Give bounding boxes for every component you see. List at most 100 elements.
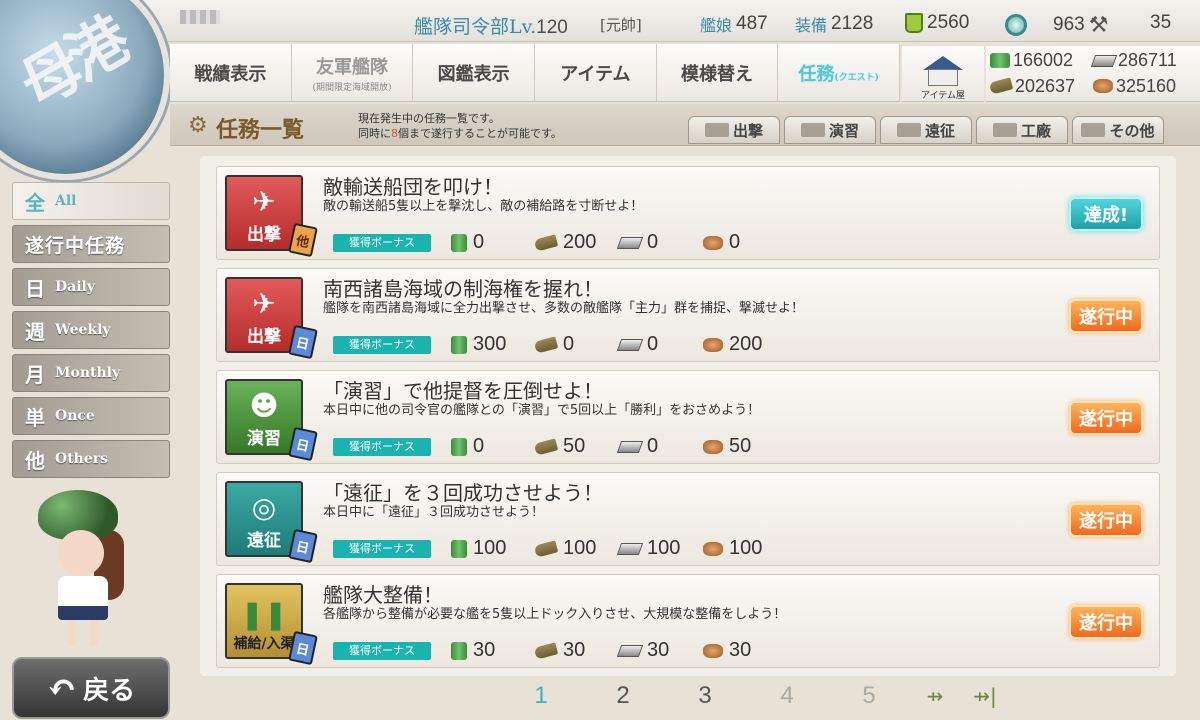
steel-icon [616,542,644,555]
quest-status-in-progress[interactable]: 遂行中 [1069,503,1143,537]
steel-icon [616,440,644,453]
page-2[interactable]: 2 [582,682,664,710]
quest-row[interactable]: ◎ 遠征 日 「遠征」を３回成功させよう！ 本日中に「遠征」３回成功させよう！ 獲… [216,472,1160,566]
reward-bauxite: 30 [703,639,787,662]
ammo-icon [533,233,559,252]
supply-cans-icon: ❚❚ [240,598,288,631]
filter-all[interactable]: 全 All [12,182,170,220]
screw-count: 35 [1150,12,1172,33]
hq-level: 艦隊司令部Lv.120 [414,16,568,38]
nav-items[interactable]: アイテム [535,44,657,101]
dev-material-icon [1005,14,1027,36]
filter-daily[interactable]: 日 Daily [12,268,170,306]
ammo-icon [533,335,559,354]
ship-count: 艦娘 487 [700,13,768,35]
nav-encyclopedia[interactable]: 図鑑表示 [413,44,536,101]
reward-steel: 0 [616,231,703,254]
steel-icon [1090,54,1118,67]
page-4[interactable]: 4 [746,682,828,710]
bauxite-icon [703,643,723,658]
page-description: 現在発生中の任務一覧です。 同時に8個まで遂行することが可能です。 [358,112,562,140]
fuel-amount: 166002 [990,48,1093,74]
quest-status-in-progress[interactable]: 遂行中 [1069,299,1143,333]
back-button[interactable]: ↶ 戻る [12,657,170,719]
sortie-port-logo[interactable]: 母港 [0,0,170,180]
quest-description: 艦隊を南西諸島海域に全力出撃させ、多数の敵艦隊「主力」群を捕捉、撃滅せよ！ [323,301,805,316]
reward-ammo: 100 [533,537,619,560]
resource-panel: 166002 286711 202637 325160 [986,46,1200,102]
reward-fuel: 300 [451,333,535,356]
quest-status-in-progress[interactable]: 遂行中 [1069,605,1143,639]
quest-type-tag: 日 [288,630,318,666]
ammo-icon [533,539,559,558]
ammo-icon [988,77,1014,95]
filter-others[interactable]: 他 Others [12,440,170,478]
quest-description: 敵の輸送船5隻以上を撃沈し、敵の補給路を寸断せよ！ [323,199,644,214]
ammo-amount: 202637 [988,74,1093,100]
quest-description: 本日中に他の司令官の艦隊との「演習」で5回以上「勝利」をおさめよう！ [323,403,761,418]
hammer-icon: ⚒ [1088,12,1109,37]
bonus-label: 獲得ボーナス [333,539,431,558]
reward-steel: 0 [616,435,703,458]
bauxite-icon [703,235,723,250]
next-page-icon[interactable]: ⇸ [910,684,960,708]
quest-header: ⚙ 任務一覧 現在発生中の任務一覧です。 同時に8個まで遂行することが可能です。… [170,104,1200,146]
status-bar: 艦隊司令部Lv.120 [元帥] 艦娘 487 装備 2128 2560 963 ⚒ … [0,0,1200,42]
fuel-icon [451,539,467,558]
fuel-icon [451,437,467,456]
tab-other[interactable]: その他 [1072,116,1164,144]
quest-row[interactable]: ✈ 出撃 日 南西諸島海域の制海権を握れ！ 艦隊を南西諸島海域に全力出撃させ、多数… [216,268,1160,362]
back-arrow-icon: ↶ [46,667,78,709]
nav-records[interactable]: 戦績表示 [170,44,292,101]
page-title: 任務一覧 [216,117,305,143]
ammo-icon [533,641,559,660]
ship-icon [704,123,729,137]
bauxite-icon [703,541,723,556]
compass-icon: ◎ [251,491,277,524]
admiral-name-redacted [180,10,220,24]
filter-once[interactable]: 単 Once [12,397,170,435]
tab-sortie[interactable]: 出撃 [688,116,780,144]
reward-bauxite: 200 [703,333,787,356]
steel-icon [616,644,644,657]
quest-list: ✈ 出撃 他 敵輸送船団を叩け！ 敵の輸送船5隻以上を撃沈し、敵の補給路を寸断せよ… [200,156,1176,676]
reward-fuel: 0 [451,231,535,254]
steel-icon [616,236,644,249]
page-5[interactable]: 5 [828,682,910,710]
quest-rewards: 獲得ボーナス 30 30 30 30 [333,639,787,662]
quest-status-complete[interactable]: 達成! [1069,197,1143,231]
nav-furniture[interactable]: 模様替え [657,44,779,101]
page-3[interactable]: 3 [664,682,746,710]
reward-ammo: 200 [533,231,619,254]
filter-weekly[interactable]: 週 Weekly [12,311,170,349]
tab-exercise[interactable]: 演習 [784,116,876,144]
item-shop-button[interactable]: アイテム屋 [902,46,984,102]
reward-steel: 30 [616,639,703,662]
quest-row[interactable]: ✈ 出撃 他 敵輸送船団を叩け！ 敵の輸送船5隻以上を撃沈し、敵の補給路を寸断せよ… [216,166,1160,260]
equipment-count: 装備 2128 [795,13,874,35]
quest-row[interactable]: ❚❚ 補給/入渠 日 艦隊大整備！ 各艦隊から整備が必要な艦を5隻以上ドック入りさ… [216,574,1160,668]
steel-icon [616,338,644,351]
secretary-character [28,490,138,650]
nav-quests[interactable]: 任務(クエスト) [778,44,901,101]
fuel-icon [451,335,467,354]
plane-icon: ✈ [252,185,276,218]
main-nav: 戦績表示 友軍艦隊 (期間限定海域開放) 図鑑表示 アイテム 模様替え 任務(クエ… [170,44,901,102]
quest-status-in-progress[interactable]: 遂行中 [1069,401,1143,435]
bauxite-amount: 325160 [1093,74,1196,100]
quest-description: 各艦隊から整備が必要な艦を5隻以上ドック入りさせ、大規模な整備をしよう！ [323,607,787,622]
tab-arsenal[interactable]: 工廠 [976,116,1068,144]
exercise-girl-icon: ☻ [249,389,279,422]
quest-row[interactable]: ☻ 演習 日 「演習」で他提督を圧倒せよ！ 本日中に他の司令官の艦隊との「演習」で… [216,370,1160,464]
reward-steel: 0 [616,333,703,356]
bauxite-icon [703,337,723,352]
bauxite-icon [703,439,723,454]
filter-monthly[interactable]: 月 Monthly [12,354,170,392]
nav-friend-fleet[interactable]: 友軍艦隊 (期間限定海域開放) [292,44,414,101]
quest-type-tag: 他 [288,222,318,258]
filter-in-progress[interactable]: 遂行中任務 [12,225,170,263]
quest-rewards: 獲得ボーナス 0 50 0 50 [333,435,787,458]
last-page-icon[interactable]: ⇸| [960,684,1010,708]
page-1[interactable]: 1 [500,682,582,710]
tab-expedition[interactable]: 遠征 [880,116,972,144]
